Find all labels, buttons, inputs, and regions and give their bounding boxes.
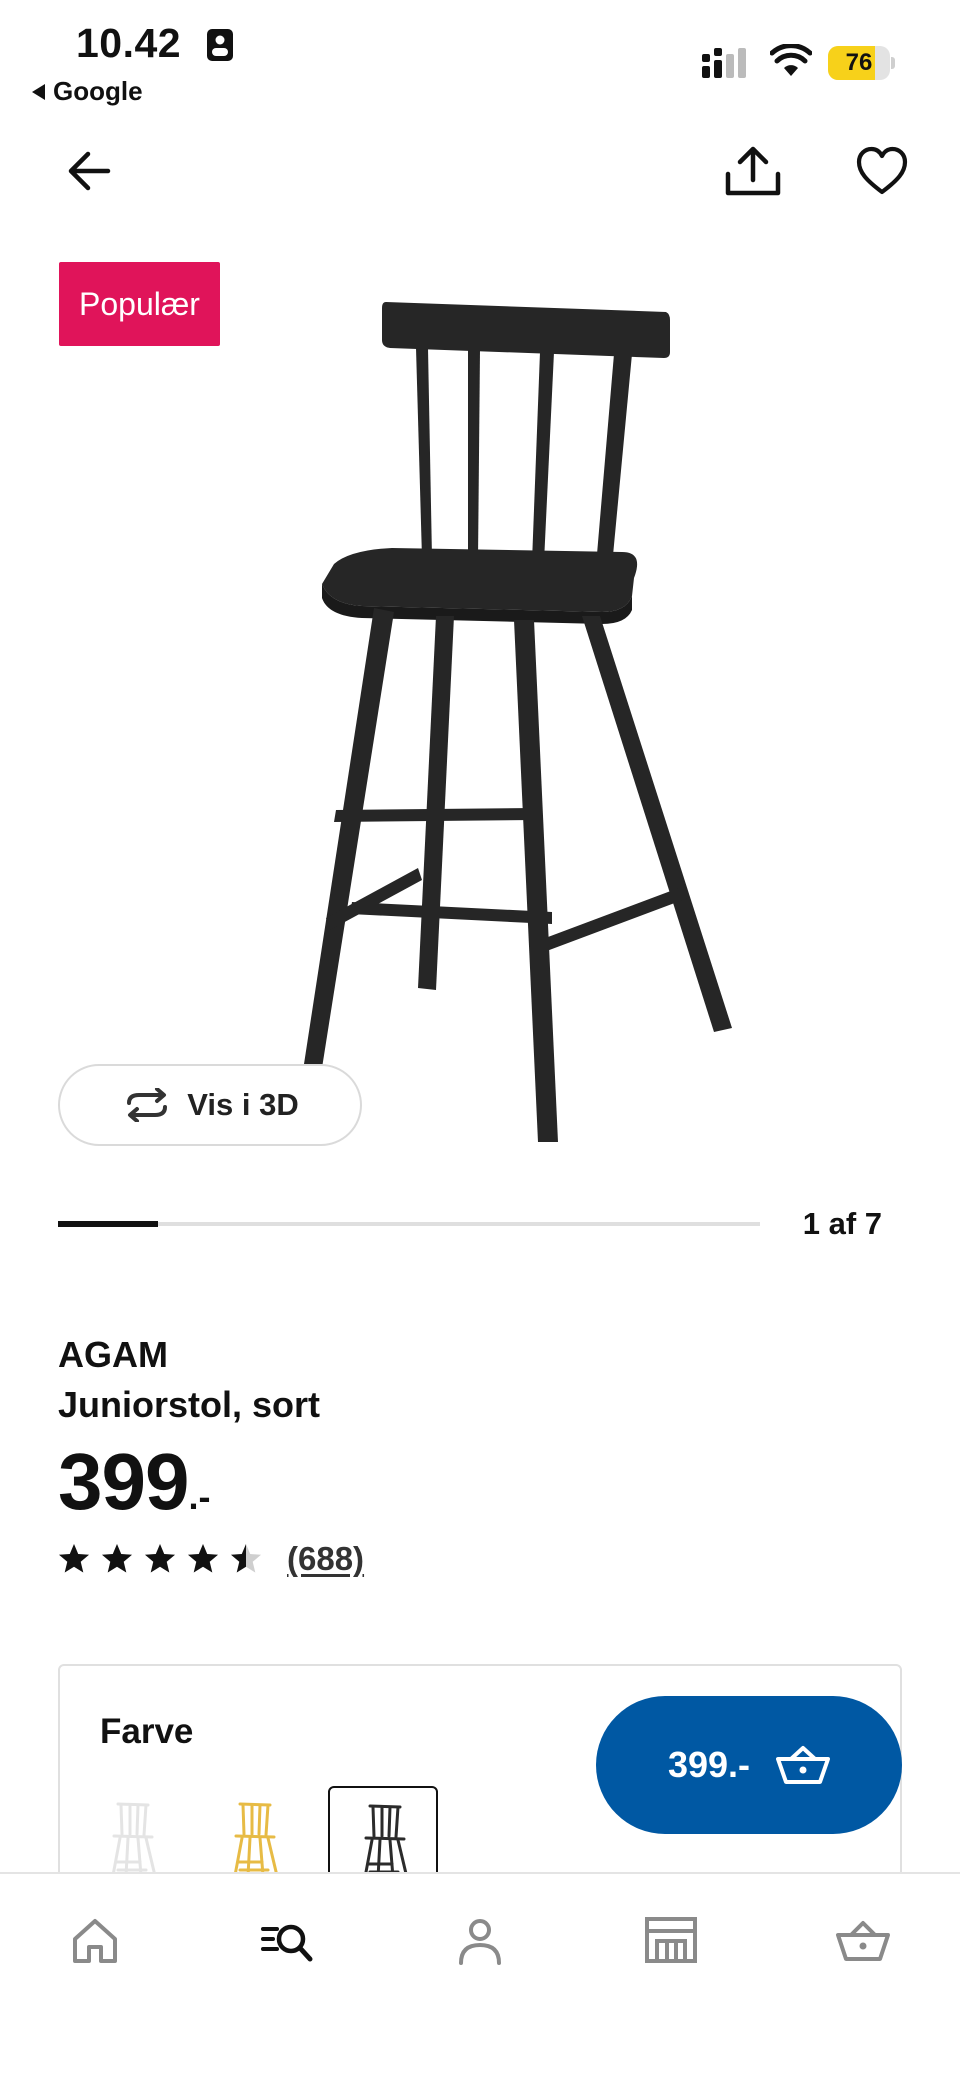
add-to-cart-price: 399.- (667, 1744, 751, 1785)
color-title: Farve (100, 1712, 194, 1751)
star-icon (231, 1544, 261, 1573)
carousel-page-indicator: 1 af 7 (802, 1206, 882, 1241)
profile-icon (459, 1919, 501, 1965)
view-in-3d-button[interactable]: Vis i 3D (58, 1064, 362, 1146)
price-suffix: .- (188, 1476, 211, 1517)
price-main: 399 (58, 1437, 189, 1526)
product-price: 399.- (58, 1436, 210, 1528)
battery-indicator: 76 (828, 46, 896, 80)
rating[interactable]: (688) (58, 1540, 364, 1578)
basket-icon (836, 1921, 890, 1961)
back-triangle-icon (32, 83, 45, 100)
wifi-icon (770, 44, 812, 76)
tab-home[interactable] (60, 1908, 130, 1974)
carousel-progress (58, 1221, 760, 1227)
heart-icon[interactable] (856, 146, 908, 198)
arrow-left-icon[interactable] (62, 144, 116, 198)
share-icon[interactable] (724, 144, 782, 198)
battery-level: 76 (845, 49, 873, 76)
view-in-3d-label: Vis i 3D (187, 1087, 299, 1122)
star-icon (145, 1544, 175, 1573)
rating-stars (58, 1543, 273, 1575)
tab-search[interactable] (252, 1908, 322, 1974)
back-app-label: Google (53, 76, 143, 106)
tab-cart[interactable] (828, 1908, 898, 1974)
product-description: Juniorstol, sort (58, 1384, 321, 1425)
tab-profile[interactable] (445, 1908, 515, 1974)
back-to-app-link[interactable]: Google (32, 76, 143, 107)
rotate-3d-icon (127, 1088, 168, 1122)
search-icon (261, 1924, 313, 1962)
store-icon (645, 1917, 697, 1963)
tab-store[interactable] (636, 1908, 706, 1974)
status-time: 10.42 (76, 20, 182, 66)
status-bar: 10.42 Google 76 (0, 0, 960, 120)
popular-badge: Populær (59, 262, 220, 346)
bottom-tab-bar (0, 1872, 960, 2078)
cellular-signal-icon (702, 48, 746, 78)
review-count-link[interactable]: (688) (287, 1540, 364, 1578)
focus-mode-icon (207, 29, 233, 61)
star-icon (59, 1544, 89, 1573)
star-icon (188, 1544, 218, 1573)
carousel-progress-fill (58, 1221, 159, 1227)
star-icon (102, 1544, 132, 1573)
add-to-cart-button[interactable]: 399.- (596, 1696, 902, 1834)
home-icon (73, 1919, 117, 1963)
product-name: AGAM (58, 1334, 168, 1375)
product-image-chair[interactable] (222, 290, 750, 1150)
basket-icon (776, 1746, 831, 1784)
